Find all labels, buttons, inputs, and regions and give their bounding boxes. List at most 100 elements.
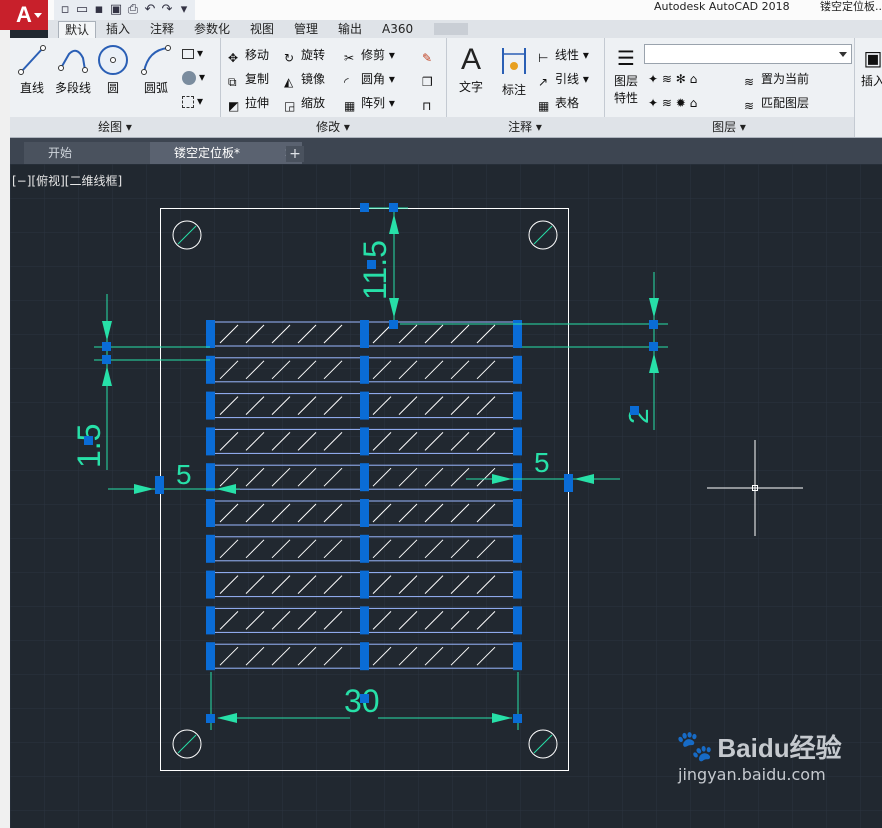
text-label: 文字 — [458, 80, 483, 94]
layer-tools-row-2[interactable]: ✦ ≋ ✹ ⌂ — [648, 94, 697, 112]
new-tab-button[interactable]: + — [286, 146, 304, 162]
undo-icon[interactable]: ↶ — [143, 3, 157, 17]
tab-default[interactable]: 默认 — [58, 21, 97, 39]
save-as-icon[interactable]: ▣ — [109, 3, 123, 17]
layer-tools-row-1[interactable]: ✦ ≋ ✻ ⌂ — [648, 70, 697, 88]
move-tool[interactable]: ✥ 移动 — [228, 46, 269, 65]
open-folder-icon[interactable]: ▭ — [75, 3, 89, 17]
dimension-tool[interactable]: 标注 — [496, 44, 532, 98]
leader-tool[interactable]: ↗ 引线 ▾ — [538, 70, 589, 89]
draw-panel-title[interactable]: 绘图 ▾ — [10, 117, 220, 137]
layer-stack-icon: ☰ — [617, 46, 635, 70]
dimension-label: 标注 — [501, 83, 526, 97]
tab-parametric[interactable]: 参数化 — [188, 21, 236, 38]
stretch-tool[interactable]: ◩ 拉伸 — [228, 94, 270, 113]
redo-icon[interactable]: ↷ — [160, 3, 174, 17]
line-tool[interactable]: 直线 — [14, 44, 50, 96]
scale-icon: ◲ — [284, 98, 296, 113]
rectangle-tool[interactable]: ▾ — [182, 44, 203, 62]
layer-dropdown[interactable] — [644, 44, 852, 64]
scale-tool[interactable]: ◲ 缩放 — [284, 94, 325, 113]
insert-panel: ▣ 插入 — [854, 38, 882, 137]
text-tool[interactable]: A 文字 — [454, 42, 488, 95]
tab-manage[interactable]: 管理 — [288, 21, 324, 38]
tab-insert[interactable]: 插入 — [100, 21, 136, 38]
annotation-panel: A 文字 标注 ⊢ 线性 ▾ ↗ 引线 ▾ ▦ 表格 注释 ▾ — [446, 38, 605, 137]
insert-label: 插入 — [860, 74, 882, 88]
stretch-label: 拉伸 — [245, 96, 270, 110]
polyline-icon — [58, 49, 88, 73]
layers-panel-title[interactable]: 图层 ▾ — [604, 117, 854, 137]
draw-panel: 直线 多段线 圆 圆弧 ▾ ▾ ▾ 绘图 ▾ — [10, 38, 221, 137]
left-edge — [0, 30, 10, 828]
move-icon: ✥ — [228, 50, 239, 65]
trim-icon: ✂ — [344, 50, 355, 65]
tab-annotate[interactable]: 注释 — [144, 21, 180, 38]
offset-icon: ⊓ — [422, 98, 432, 113]
copy-tool[interactable]: ⧉ 复制 — [228, 70, 269, 89]
dimension-icon — [502, 48, 526, 74]
layer-properties-label-2: 特性 — [613, 91, 638, 105]
annotation-panel-title[interactable]: 注释 ▾ — [446, 117, 604, 137]
mirror-tool[interactable]: ◭ 镜像 — [284, 70, 325, 89]
line-label: 直线 — [19, 81, 44, 95]
tab-view[interactable]: 视图 — [244, 21, 280, 38]
trim-label: 修剪 — [361, 48, 386, 62]
erase-tool[interactable]: ✎ — [422, 46, 439, 65]
layers-panel-title-text: 图层 — [712, 120, 737, 134]
array-label: 阵列 — [361, 96, 386, 110]
fillet-tool[interactable]: ◜ 圆角 ▾ — [344, 70, 395, 89]
leader-icon: ↗ — [538, 74, 549, 89]
quick-access-toolbar: ▫ ▭ ▪ ▣ ⎙ ↶ ↷ ▾ — [54, 0, 195, 20]
rotate-tool[interactable]: ↻ 旋转 — [284, 46, 326, 65]
modify-panel-title[interactable]: 修改 ▾ — [220, 117, 446, 137]
print-icon[interactable]: ⎙ — [126, 3, 140, 17]
boundary-icon — [182, 95, 194, 108]
watermark-brand: Baidu经验 — [717, 733, 842, 763]
file-tab-document-label: 镂空定位板* — [174, 146, 241, 160]
table-icon: ▦ — [538, 98, 550, 113]
panel-toggle-button[interactable] — [434, 23, 468, 35]
tab-output[interactable]: 输出 — [332, 21, 368, 38]
circle-tool[interactable]: 圆 — [96, 44, 130, 96]
boundary-tool[interactable]: ▾ — [182, 92, 203, 110]
match-layer-tool[interactable]: ≋ 匹配图层 — [744, 94, 809, 113]
rotate-icon: ↻ — [284, 50, 295, 65]
file-tab-start[interactable]: 开始 — [24, 142, 158, 164]
layer-off-icon: ✦ ≋ ✻ ⌂ — [648, 72, 698, 86]
match-layer-icon: ≋ — [744, 98, 755, 113]
customize-dropdown-icon[interactable]: ▾ — [177, 3, 191, 17]
save-icon[interactable]: ▪ — [92, 3, 106, 17]
trim-tool[interactable]: ✂ 修剪 ▾ — [344, 46, 395, 65]
explode-tool[interactable]: ❒ — [422, 70, 439, 89]
table-tool[interactable]: ▦ 表格 — [538, 94, 580, 113]
insert-block-icon: ▣ — [863, 46, 882, 70]
layer-properties-tool[interactable]: ☰ 图层 特性 — [608, 44, 644, 106]
copy-icon: ⧉ — [228, 74, 237, 89]
insert-tool[interactable]: ▣ 插入 — [858, 44, 882, 89]
circle-label: 圆 — [106, 81, 119, 95]
tab-a360[interactable]: A360 — [376, 21, 419, 38]
baidu-paw-icon: 🐾 — [676, 728, 714, 764]
viewport-controls-label[interactable]: [−][俯视][二维线框] — [12, 172, 122, 189]
linear-tool[interactable]: ⊢ 线性 ▾ — [538, 46, 589, 65]
explode-icon: ❒ — [422, 74, 433, 89]
table-label: 表格 — [555, 96, 580, 110]
set-current-label: 置为当前 — [761, 72, 810, 86]
window-title: Autodesk AutoCAD 2018 — [654, 0, 790, 13]
polyline-label: 多段线 — [54, 81, 91, 95]
arc-tool[interactable]: 圆弧 — [136, 44, 176, 96]
application-menu-button[interactable]: A — [0, 0, 48, 30]
new-file-icon[interactable]: ▫ — [58, 3, 72, 17]
watermark-url: jingyan.baidu.com — [678, 765, 826, 784]
document-title: 镂空定位板... — [820, 0, 882, 13]
polyline-tool[interactable]: 多段线 — [50, 44, 96, 96]
set-current-tool[interactable]: ≋ 置为当前 — [744, 70, 810, 89]
file-tab-document[interactable]: 镂空定位板*✕ — [150, 142, 302, 164]
autocad-logo: A — [16, 2, 32, 27]
hatch-tool[interactable]: ▾ — [182, 68, 205, 86]
offset-tool[interactable]: ⊓ — [422, 94, 439, 113]
rotate-label: 旋转 — [301, 48, 326, 62]
array-tool[interactable]: ▦ 阵列 ▾ — [344, 94, 395, 113]
modify-panel: ✥ 移动 ↻ 旋转 ✂ 修剪 ▾ ⧉ 复制 ◭ 镜像 ◜ 圆角 ▾ ◩ 拉伸 ◲ 缩放 ▦ 阵列 … — [220, 38, 447, 137]
